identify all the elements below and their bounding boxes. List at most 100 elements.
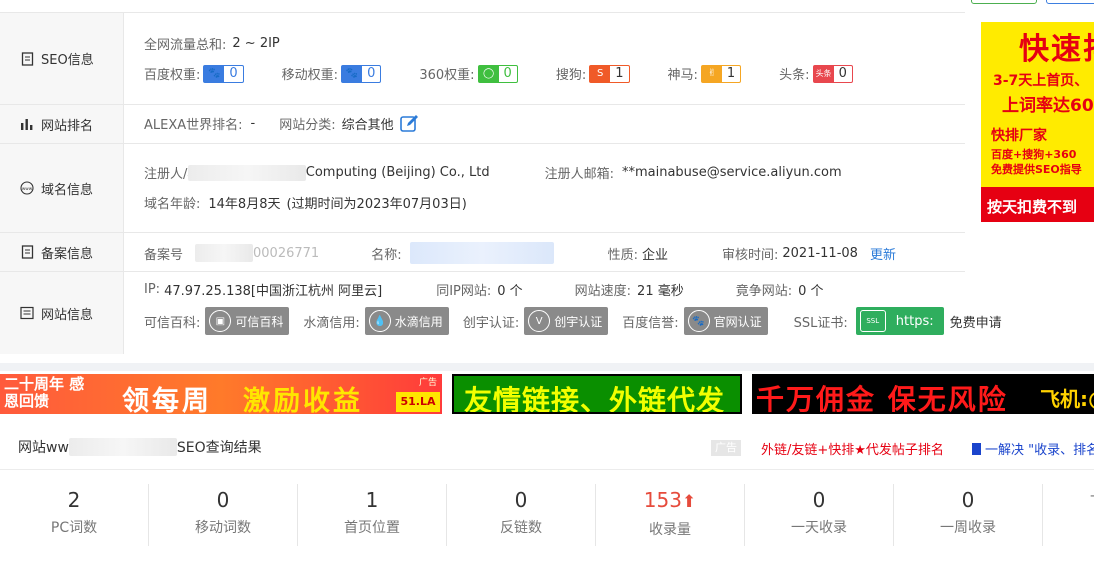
banner-commission-text: 千万佣金 保无风险 bbox=[756, 383, 1008, 414]
row-label-seo: SEO信息 bbox=[0, 13, 124, 104]
row-seo: SEO信息 全网流量总和: 2 ~ 2IP 百度权重: 🐾 0 移动权重: 🐾 bbox=[0, 13, 965, 105]
banner-51la-logo: 51.LA bbox=[396, 392, 440, 412]
ad-right-line4: 快排厂家 bbox=[991, 128, 1047, 144]
cert-tag-baidu[interactable]: 🐾 官网认证 bbox=[683, 307, 768, 335]
results-title: 网站ww SEO查询结果 bbox=[18, 437, 262, 457]
weight-value-sogou: 1 bbox=[615, 65, 624, 81]
cert-key-kexin: 可信百科: bbox=[144, 315, 201, 331]
icp-label: 备案信息 bbox=[41, 246, 94, 262]
weight-value-360: 0 bbox=[503, 65, 512, 81]
redacted-icp-prefix bbox=[195, 244, 254, 262]
ssl-apply[interactable]: 免费申请 bbox=[950, 312, 1002, 331]
top-action-button[interactable] bbox=[971, 0, 1037, 4]
edit-icon[interactable] bbox=[399, 114, 419, 133]
weight-badge-shenma[interactable]: ✌ 1 bbox=[700, 64, 742, 83]
email-key: 注册人邮箱: bbox=[544, 167, 614, 182]
v-icon: V bbox=[528, 310, 551, 332]
email-value: **mainabuse@service.aliyun.com bbox=[621, 165, 842, 180]
square-icon bbox=[972, 443, 981, 455]
list-icon bbox=[20, 306, 34, 320]
alexa-key: ALEXA世界排名: bbox=[144, 118, 243, 133]
compete-key: 竟争网站: bbox=[735, 284, 793, 299]
results-title-prefix: 网站ww bbox=[18, 440, 69, 456]
results-title-suffix: SEO查询结果 bbox=[176, 440, 262, 456]
category-key: 网站分类: bbox=[279, 118, 336, 133]
ad-right-line5: 百度+搜狗+360 bbox=[991, 148, 1077, 161]
same-ip-value: 0 个 bbox=[497, 284, 523, 299]
stat-label: - bbox=[1043, 484, 1094, 508]
ssl-tag[interactable]: SSL https: bbox=[855, 307, 944, 335]
stat-mobile-words[interactable]: 0 移动词数 bbox=[149, 484, 298, 546]
ad-link-solve[interactable]: 一解决 "收录、排名 bbox=[972, 439, 1094, 458]
stat-indexed[interactable]: 153⬆ 收录量 bbox=[596, 484, 745, 546]
stat-value: 1 bbox=[365, 488, 379, 512]
compete-value: 0 个 bbox=[798, 284, 824, 299]
banner-commission[interactable]: 千万佣金 保无风险 飞机:@ bbox=[752, 374, 1094, 414]
ad-right-line1: 快速排 bbox=[1019, 32, 1094, 67]
registrant-line: 注册人/机构: Computing (Beijing) Co., Ltd 注册人… bbox=[144, 163, 842, 182]
sogou-icon: S bbox=[590, 65, 611, 82]
row-label-site: 网站信息 bbox=[0, 272, 124, 354]
weight-value-mobile: 0 bbox=[367, 65, 376, 81]
ip-line: IP: 47.97.25.138[中国浙江杭州 阿里云] 同IP网站: 0 个 … bbox=[144, 280, 824, 299]
site-body: IP: 47.97.25.138[中国浙江杭州 阿里云] 同IP网站: 0 个 … bbox=[124, 272, 1002, 354]
icp-line: 备案号 00026771 名称: 性质: 企业 审核时间: 2021-11-08… bbox=[144, 242, 896, 264]
same-ip-key: 同IP网站: bbox=[436, 284, 492, 299]
banner-51la-ad-tag: 广告 bbox=[419, 378, 438, 388]
ip-value: 47.97.25.138[中国浙江杭州 阿里云] bbox=[164, 284, 383, 299]
stat-day-indexed[interactable]: 0 一天收录 bbox=[745, 484, 894, 546]
ad-right[interactable]: 快速排 3-7天上首页、 上词率达60 快排厂家 百度+搜狗+360 免费提供S… bbox=[981, 22, 1094, 222]
banner-links-text: 友情链接、外链代发 bbox=[464, 384, 726, 414]
stat-label: 反链数 bbox=[500, 520, 542, 536]
icp-review-key: 审核时间: bbox=[721, 247, 779, 263]
icp-update-link[interactable]: 更新 bbox=[870, 244, 896, 263]
weight-value-baidu: 0 bbox=[229, 65, 238, 81]
cert-tag-drop[interactable]: 💧 水滴信用 bbox=[364, 307, 449, 335]
top-action-button-2[interactable] bbox=[1046, 0, 1094, 4]
cert-tag-kexin[interactable]: ▣ 可信百科 bbox=[205, 307, 290, 335]
redacted-domain bbox=[68, 438, 177, 456]
arrow-up-icon: ⬆ bbox=[681, 492, 697, 512]
cert-key-drop: 水滴信用: bbox=[303, 315, 360, 331]
ssl-key: SSL证书: bbox=[793, 315, 848, 331]
banner-51la[interactable]: 二十周年 感恩回馈 领每周 激励收益 51.LA 广告 bbox=[0, 374, 442, 414]
rank-body: ALEXA世界排名: - 网站分类: 综合其他 bbox=[124, 105, 965, 143]
stat-pc-words[interactable]: 2 PC词数 bbox=[0, 484, 149, 546]
ad-tag: 广告 bbox=[711, 440, 741, 456]
rank-line: ALEXA世界排名: - 网站分类: 综合其他 bbox=[144, 114, 419, 133]
kexin-icon: ▣ bbox=[209, 310, 232, 332]
stat-homepage-position[interactable]: 1 首页位置 bbox=[298, 484, 447, 546]
ad-right-line3: 上词率达60 bbox=[1002, 96, 1094, 116]
weight-badge-mobile[interactable]: 🐾 0 bbox=[341, 64, 382, 83]
weight-badge-360[interactable]: ◯ 0 bbox=[477, 64, 518, 83]
stat-more[interactable]: - bbox=[1043, 484, 1094, 546]
domain-label: 域名信息 bbox=[41, 182, 94, 198]
document-icon bbox=[20, 51, 34, 66]
ad-right-line2: 3-7天上首页、 bbox=[993, 73, 1089, 89]
row-domain: www 域名信息 注册人/机构: Computing (Beijing) Co.… bbox=[0, 144, 965, 233]
weight-badge-baidu[interactable]: 🐾 0 bbox=[203, 64, 244, 83]
ad-right-line6: 免费提供SEO指导 bbox=[991, 163, 1082, 176]
stat-week-indexed[interactable]: 0 一周收录 bbox=[894, 484, 1043, 546]
stat-label: 移动词数 bbox=[195, 520, 251, 536]
ad-link-outlinks[interactable]: 外链/友链+快排★代发帖子排名 bbox=[761, 439, 944, 458]
traffic-line: 全网流量总和: 2 ~ 2IP bbox=[144, 34, 280, 53]
cert-tag-baidu-label: 官网认证 bbox=[713, 314, 762, 329]
cert-tag-chuangyu[interactable]: V 创宇认证 bbox=[524, 307, 609, 335]
cert-tag-kexin-label: 可信百科 bbox=[235, 314, 284, 329]
stat-value: 0 bbox=[216, 488, 230, 512]
icp-number-value: 00026771 bbox=[253, 245, 320, 261]
ssl-shield-icon: SSL bbox=[859, 310, 886, 332]
stat-backlinks[interactable]: 0 反链数 bbox=[447, 484, 596, 546]
cert-tag-drop-label: 水滴信用 bbox=[394, 314, 443, 329]
weight-key-shenma: 神马: bbox=[667, 68, 698, 83]
banner-links[interactable]: 友情链接、外链代发 bbox=[452, 374, 742, 414]
weight-badge-toutiao[interactable]: 头条 0 bbox=[812, 64, 853, 83]
ad-right-line7: 按天扣费不到 bbox=[981, 187, 1094, 222]
paw-icon: 🐾 bbox=[687, 310, 710, 332]
weight-badge-sogou[interactable]: S 1 bbox=[589, 64, 630, 83]
row-label-rank: 网站排名 bbox=[0, 105, 124, 143]
row-label-domain: www 域名信息 bbox=[0, 144, 124, 232]
stat-value: 0 bbox=[812, 488, 826, 512]
stat-value: 2 bbox=[67, 488, 81, 512]
